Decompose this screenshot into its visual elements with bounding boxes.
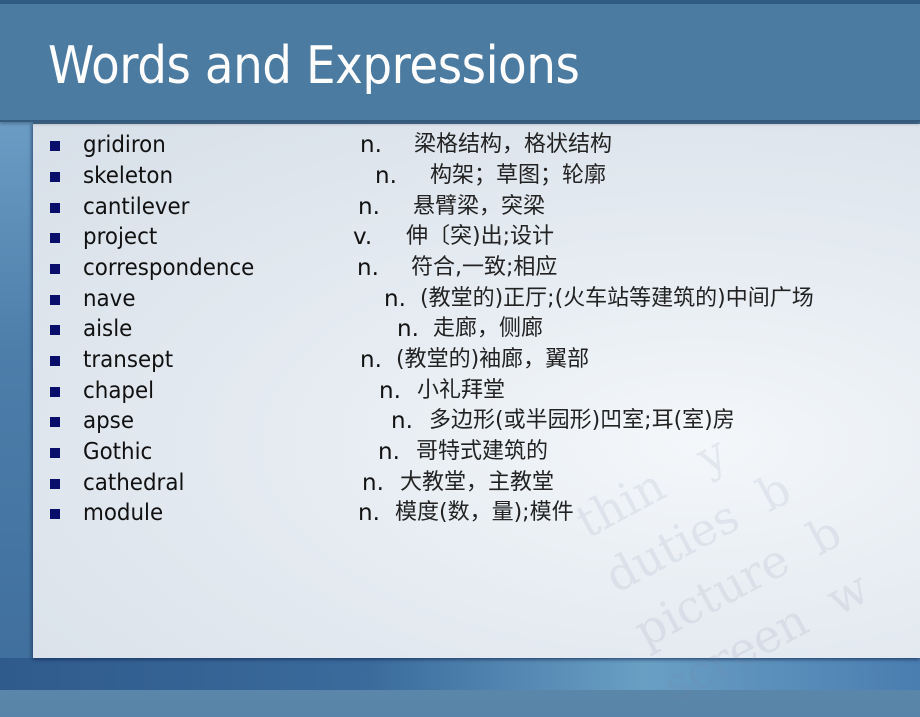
vocab-entry: transept n. (教堂的)袖廊，翼部 xyxy=(0,345,920,375)
part-of-speech: n. xyxy=(358,500,380,526)
vocab-term: apse xyxy=(83,408,134,434)
vocab-entry: nave n. (教堂的)正厅;(火车站等建筑的)中间广场 xyxy=(0,284,920,314)
vocab-definition: 哥特式建筑的 xyxy=(416,439,549,464)
slide-header: Words and Expressions xyxy=(0,0,920,122)
vocab-definition: 符合,一致;相应 xyxy=(411,255,558,280)
square-bullet-icon xyxy=(50,233,60,243)
vocab-entry: correspondence n. 符合,一致;相应 xyxy=(0,253,920,283)
square-bullet-icon xyxy=(50,141,60,151)
vocab-term: cantilever xyxy=(83,194,190,220)
square-bullet-icon xyxy=(50,356,60,366)
part-of-speech: n. xyxy=(360,347,382,373)
vocab-term: aisle xyxy=(83,316,133,342)
vocab-term: Gothic xyxy=(83,439,153,465)
vocab-term: chapel xyxy=(83,378,155,404)
vocab-entry: module n. 模度(数，量);模件 xyxy=(0,498,920,528)
vocab-term: project xyxy=(83,224,158,250)
part-of-speech: n. xyxy=(397,316,419,342)
slide-title: Words and Expressions xyxy=(48,36,580,96)
part-of-speech: n. xyxy=(379,378,401,404)
part-of-speech: n. xyxy=(378,439,400,465)
part-of-speech: n. xyxy=(357,255,379,281)
vocab-entry: gridiron n. 梁格结构，格状结构 xyxy=(0,130,920,160)
vocab-definition: 构架；草图；轮廓 xyxy=(430,163,607,188)
part-of-speech: n. xyxy=(362,470,384,496)
vocab-definition: 模度(数，量);模件 xyxy=(395,500,574,525)
part-of-speech: n. xyxy=(360,132,382,158)
square-bullet-icon xyxy=(50,172,60,182)
vocab-entry: apse n. 多边形(或半园形)凹室;耳(室)房 xyxy=(0,406,920,436)
vocab-entry: cantilever n. 悬臂梁，突梁 xyxy=(0,192,920,222)
vocab-definition: (教堂的)正厅;(火车站等建筑的)中间广场 xyxy=(420,286,814,311)
part-of-speech: n. xyxy=(375,163,397,189)
part-of-speech: n. xyxy=(358,194,380,220)
vocab-definition: 梁格结构，格状结构 xyxy=(414,132,613,157)
vocab-definition: 悬臂梁，突梁 xyxy=(413,194,546,219)
square-bullet-icon xyxy=(50,203,60,213)
vocab-definition: 多边形(或半园形)凹室;耳(室)房 xyxy=(429,408,735,433)
square-bullet-icon xyxy=(50,325,60,335)
vocab-term: transept xyxy=(83,347,174,373)
vocab-term: correspondence xyxy=(83,255,255,281)
vocab-definition: (教堂的)袖廊，翼部 xyxy=(396,347,590,372)
vocab-term: cathedral xyxy=(83,470,185,496)
square-bullet-icon xyxy=(50,479,60,489)
part-of-speech: n. xyxy=(391,408,413,434)
vocab-entry: Gothic n. 哥特式建筑的 xyxy=(0,437,920,467)
square-bullet-icon xyxy=(50,509,60,519)
vocab-entry: chapel n. 小礼拜堂 xyxy=(0,376,920,406)
vocab-term: nave xyxy=(83,286,136,312)
vocab-definition: 走廊，侧廊 xyxy=(433,316,544,341)
square-bullet-icon xyxy=(50,295,60,305)
square-bullet-icon xyxy=(50,264,60,274)
vocab-entry: project v. 伸〔突)出;设计 xyxy=(0,222,920,252)
square-bullet-icon xyxy=(50,448,60,458)
part-of-speech: v. xyxy=(353,224,373,250)
square-bullet-icon xyxy=(50,417,60,427)
vocab-definition: 小礼拜堂 xyxy=(417,378,506,403)
bottom-decorative-band xyxy=(0,658,920,690)
part-of-speech: n. xyxy=(384,286,406,312)
vocab-term: module xyxy=(83,500,164,526)
vocab-entry: cathedral n. 大教堂，主教堂 xyxy=(0,468,920,498)
square-bullet-icon xyxy=(50,387,60,397)
vocab-definition: 大教堂，主教堂 xyxy=(400,470,555,495)
vocab-definition: 伸〔突)出;设计 xyxy=(406,224,554,249)
vocab-term: skeleton xyxy=(83,163,174,189)
vocab-entry: skeleton n. 构架；草图；轮廓 xyxy=(0,161,920,191)
vocab-entry: aisle n. 走廊，侧廊 xyxy=(0,314,920,344)
vocab-term: gridiron xyxy=(83,132,166,158)
